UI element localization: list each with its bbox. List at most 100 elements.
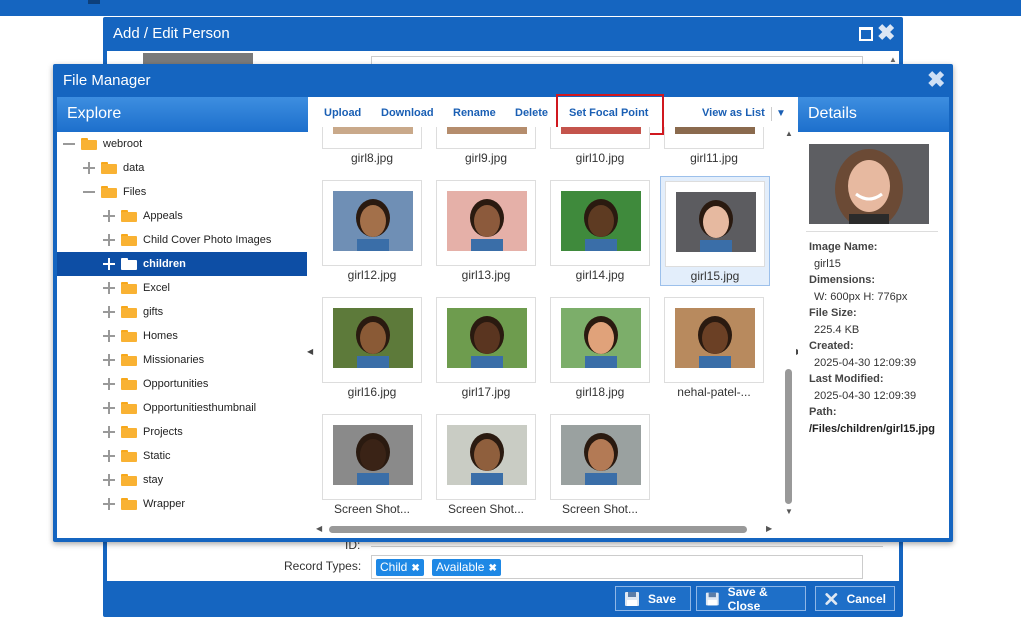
remove-tag-icon[interactable]: ✖	[411, 563, 419, 574]
expand-icon[interactable]	[103, 402, 115, 414]
file-thumbnail[interactable]: girl15.jpg	[660, 176, 770, 286]
save-close-button[interactable]: Save & Close	[696, 584, 806, 613]
rename-button[interactable]: Rename	[453, 107, 496, 119]
tree-item-label: Excel	[143, 282, 170, 294]
tree-item-label: Opportunitiesthumbnail	[143, 402, 257, 414]
tree-item[interactable]: Homes	[57, 324, 307, 348]
details-header: Details	[798, 97, 949, 132]
tree-item[interactable]: Appeals	[57, 204, 307, 228]
tree-item-label: webroot	[103, 138, 143, 150]
tag-available[interactable]: Available ✖	[432, 559, 501, 576]
tree-item[interactable]: stay	[57, 468, 307, 492]
expand-icon[interactable]	[103, 306, 115, 318]
save-button[interactable]: Save	[615, 586, 691, 611]
scroll-up-arrow-icon[interactable]: ▲	[785, 129, 793, 138]
scroll-down-arrow-icon[interactable]: ▼	[785, 507, 793, 516]
horizontal-scrollbar[interactable]: ◀ ▶	[308, 522, 780, 538]
expand-icon[interactable]	[83, 162, 95, 174]
file-thumbnail[interactable]: Screen Shot...	[550, 414, 652, 520]
upload-button[interactable]: Upload	[324, 107, 361, 119]
download-button[interactable]: Download	[381, 107, 434, 119]
remove-tag-icon[interactable]: ✖	[488, 563, 496, 574]
folder-icon	[121, 330, 137, 342]
file-thumbnail[interactable]: girl14.jpg	[550, 180, 652, 286]
file-thumbnail[interactable]: girl18.jpg	[550, 297, 652, 403]
tree-item[interactable]: Opportunitiesthumbnail	[57, 396, 307, 420]
file-thumbnail[interactable]: girl8.jpg	[322, 127, 424, 169]
scroll-right-arrow-icon[interactable]: ▶	[766, 524, 772, 533]
file-thumbnail[interactable]: Screen Shot...	[322, 414, 424, 520]
file-thumbnail[interactable]: girl16.jpg	[322, 297, 424, 403]
view-as-list-button[interactable]: View as List	[702, 107, 765, 119]
tree-item[interactable]: Static	[57, 444, 307, 468]
file-name: girl18.jpg	[575, 385, 625, 399]
expand-icon[interactable]	[103, 210, 115, 222]
expand-icon[interactable]	[103, 258, 115, 270]
tree-item[interactable]: Excel	[57, 276, 307, 300]
file-name: girl12.jpg	[347, 268, 397, 282]
close-icon[interactable]: ✖	[877, 22, 895, 44]
cancel-button[interactable]: Cancel	[815, 586, 895, 611]
thumbnail-image	[561, 425, 641, 485]
expand-icon[interactable]	[103, 234, 115, 246]
close-icon[interactable]: ✖	[927, 69, 945, 91]
file-thumbnail[interactable]: girl9.jpg	[436, 127, 538, 169]
file-thumbnail[interactable]: girl13.jpg	[436, 180, 538, 286]
created-label: Created:	[809, 340, 854, 352]
tree-item[interactable]: gifts	[57, 300, 307, 324]
folder-icon	[121, 474, 137, 486]
scroll-left-arrow-icon[interactable]: ◀	[316, 524, 322, 533]
file-thumbnail[interactable]: girl11.jpg	[664, 127, 766, 169]
expand-icon[interactable]	[103, 330, 115, 342]
expand-icon[interactable]	[103, 354, 115, 366]
tree-item-label: Homes	[143, 330, 178, 342]
thumbnail-frame	[322, 414, 422, 500]
thumbnail-frame	[436, 180, 536, 266]
collapse-icon[interactable]	[63, 138, 75, 150]
tree-item[interactable]: webroot	[57, 132, 307, 156]
image-name-value: girl15	[814, 258, 841, 270]
file-manager-title: File Manager	[63, 72, 151, 89]
maximize-icon[interactable]	[859, 27, 873, 41]
tag-child[interactable]: Child ✖	[376, 559, 424, 576]
tree-item[interactable]: Missionaries	[57, 348, 307, 372]
expand-icon[interactable]	[103, 474, 115, 486]
tree-item[interactable]: data	[57, 156, 307, 180]
tree-item-label: children	[143, 258, 186, 270]
file-thumbnail[interactable]: Screen Shot...	[436, 414, 538, 520]
collapse-icon[interactable]	[83, 186, 95, 198]
details-panel: Details Image Name: girl15 Dimensions: W…	[798, 97, 949, 538]
tree-item[interactable]: Projects	[57, 420, 307, 444]
file-thumbnail[interactable]: girl12.jpg	[322, 180, 424, 286]
tree-item[interactable]: Child Cover Photo Images	[57, 228, 307, 252]
expand-icon[interactable]	[103, 378, 115, 390]
scroll-up-arrow-icon[interactable]: ▲	[889, 55, 897, 64]
explore-panel: Explore webroot data Files Appeals Child Cov…	[57, 97, 308, 538]
file-name: girl14.jpg	[575, 268, 625, 282]
record-types-field[interactable]: Child ✖ Available ✖	[371, 555, 863, 579]
dimensions-label: Dimensions:	[809, 274, 876, 286]
expand-icon[interactable]	[103, 426, 115, 438]
file-size-label: File Size:	[809, 307, 857, 319]
thumbnail-frame	[436, 127, 536, 149]
file-name: girl10.jpg	[575, 151, 625, 165]
tree-item[interactable]: children	[57, 252, 307, 276]
file-thumbnail[interactable]: girl17.jpg	[436, 297, 538, 403]
expand-icon[interactable]	[103, 282, 115, 294]
horizontal-scroll-thumb[interactable]	[329, 526, 747, 533]
save-close-label: Save & Close	[727, 584, 768, 613]
delete-button[interactable]: Delete	[515, 107, 548, 119]
tree-item[interactable]: Opportunities	[57, 372, 307, 396]
file-thumbnail[interactable]: girl10.jpg	[550, 127, 652, 169]
view-dropdown-icon[interactable]: ▼	[776, 108, 786, 119]
expand-icon[interactable]	[103, 450, 115, 462]
file-thumbnail[interactable]: nehal-patel-...	[664, 297, 766, 403]
tree-item[interactable]: Files	[57, 180, 307, 204]
vertical-scrollbar[interactable]: ▲ ▼	[780, 127, 798, 522]
file-name: Screen Shot...	[561, 502, 639, 516]
tree-item[interactable]: Wrapper	[57, 492, 307, 516]
expand-icon[interactable]	[103, 498, 115, 510]
folder-icon	[121, 210, 137, 222]
folder-icon	[121, 378, 137, 390]
vertical-scroll-thumb[interactable]	[785, 369, 792, 504]
